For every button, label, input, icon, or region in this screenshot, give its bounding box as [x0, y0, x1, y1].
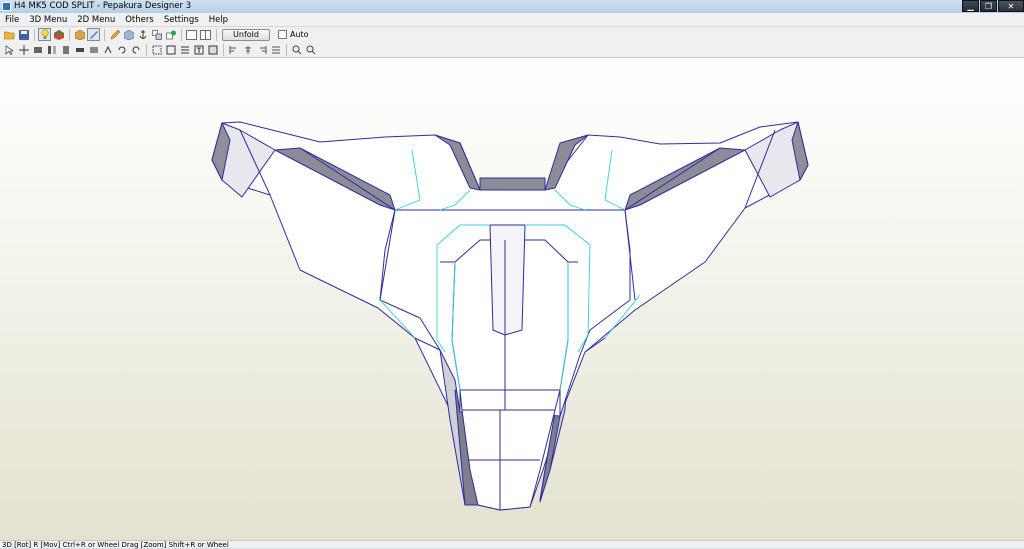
texture-icon[interactable]: [52, 28, 65, 41]
crease-icon[interactable]: [178, 43, 191, 56]
move-icon[interactable]: [17, 43, 30, 56]
status-bar: 3D [Rot] R [Mov] Ctrl+R or Wheel Drag [Z…: [0, 540, 1024, 549]
join-faces-icon[interactable]: [150, 28, 163, 41]
light-bulb-icon[interactable]: [38, 28, 51, 41]
toolbar-separator: [286, 43, 287, 56]
armor-model[interactable]: [0, 58, 1024, 540]
align-right-icon[interactable]: [255, 43, 268, 56]
window-title: H4 MK5 COD SPLIT - Pepakura Designer 3: [14, 1, 192, 11]
toolbar-separator: [223, 43, 224, 56]
menu-file[interactable]: File: [0, 13, 24, 26]
remove-flap-icon[interactable]: [164, 43, 177, 56]
box-icon[interactable]: [122, 28, 135, 41]
toolbar-separator: [104, 28, 105, 41]
open-folder-icon[interactable]: [3, 28, 16, 41]
rotate-part-icon[interactable]: [31, 43, 44, 56]
save-icon[interactable]: [17, 28, 30, 41]
align-icon[interactable]: [73, 43, 86, 56]
menu-bar: File 3D Menu 2D Menu Others Settings Hel…: [0, 13, 1024, 27]
cut-icon[interactable]: [87, 43, 100, 56]
maximize-button[interactable]: ❐: [980, 0, 997, 12]
cube-icon[interactable]: [73, 28, 86, 41]
minimize-button[interactable]: ▁: [962, 0, 979, 12]
title-bar: H4 MK5 COD SPLIT - Pepakura Designer 3 ▁…: [0, 0, 1024, 13]
distribute-icon[interactable]: [269, 43, 282, 56]
split-view-icon[interactable]: [199, 28, 212, 41]
unfold-button[interactable]: Unfold: [222, 28, 270, 41]
text-icon[interactable]: [192, 43, 205, 56]
window-controls: ▁ ❐ ✕: [961, 0, 1024, 13]
single-view-icon[interactable]: [185, 28, 198, 41]
redo-rotate-icon[interactable]: [129, 43, 142, 56]
mouth-strip: [459, 389, 561, 411]
select-icon[interactable]: [3, 43, 16, 56]
toolbar-separator: [216, 28, 217, 41]
main-toolbar: Unfold Auto: [0, 27, 1024, 42]
scale-icon[interactable]: [59, 43, 72, 56]
edit-toolbar: [0, 42, 1024, 58]
menu-2d[interactable]: 2D Menu: [72, 13, 120, 26]
color-fill-icon[interactable]: [164, 28, 177, 41]
auto-label: Auto: [290, 30, 309, 39]
align-center-icon[interactable]: [241, 43, 254, 56]
auto-checkbox[interactable]: [278, 30, 287, 39]
toolbar-separator: [181, 28, 182, 41]
3d-viewport[interactable]: [0, 58, 1024, 540]
draw-pencil-icon[interactable]: [108, 28, 121, 41]
menu-settings[interactable]: Settings: [159, 13, 204, 26]
add-flap-icon[interactable]: [150, 43, 163, 56]
grid-icon[interactable]: [206, 43, 219, 56]
anchor-icon[interactable]: [136, 28, 149, 41]
center-notch-shade: [479, 177, 546, 191]
flip-icon[interactable]: [45, 43, 58, 56]
menu-others[interactable]: Others: [120, 13, 159, 26]
center-slot: [489, 224, 526, 336]
toolbar-separator: [34, 28, 35, 41]
menu-3d[interactable]: 3D Menu: [24, 13, 72, 26]
toolbar-separator: [146, 43, 147, 56]
app-icon: [2, 2, 11, 11]
align-left-icon[interactable]: [227, 43, 240, 56]
zoom-in-icon[interactable]: [290, 43, 303, 56]
toolbar-separator: [69, 28, 70, 41]
close-button[interactable]: ✕: [998, 0, 1024, 12]
edit-3d-icon[interactable]: [87, 28, 100, 41]
undo-rotate-icon[interactable]: [115, 43, 128, 56]
menu-help[interactable]: Help: [204, 13, 233, 26]
zoom-out-icon[interactable]: [304, 43, 317, 56]
join-icon[interactable]: [101, 43, 114, 56]
